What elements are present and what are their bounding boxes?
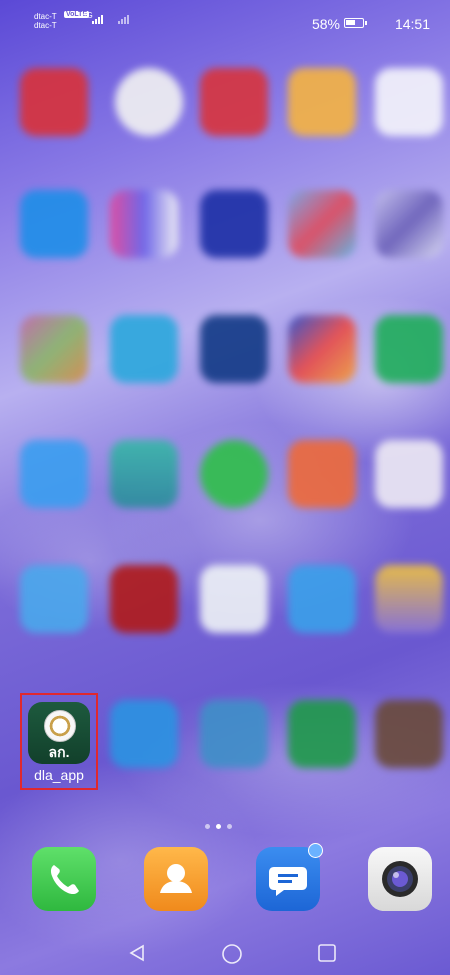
blurred-app-icon[interactable] bbox=[200, 68, 268, 136]
blurred-app-icon[interactable] bbox=[375, 315, 443, 383]
blurred-app-icon[interactable] bbox=[200, 315, 268, 383]
battery-percent: 58% bbox=[311, 16, 340, 32]
blurred-app-icon[interactable] bbox=[288, 315, 356, 383]
home-button[interactable] bbox=[221, 943, 243, 970]
blurred-app-icon[interactable] bbox=[375, 440, 443, 508]
blurred-app-icon[interactable] bbox=[375, 190, 443, 258]
phone-app-icon[interactable] bbox=[32, 847, 96, 911]
blurred-app-icon[interactable] bbox=[110, 315, 178, 383]
dla-app-shortcut[interactable]: ลก. dla_app bbox=[20, 693, 98, 790]
status-bar: dtac-T dtac-T VoLTE 4G 58% 14:51 bbox=[0, 0, 450, 44]
blurred-app-icon[interactable] bbox=[110, 700, 178, 768]
blurred-app-icon[interactable] bbox=[20, 565, 88, 633]
blurred-app-icon[interactable] bbox=[375, 700, 443, 768]
dla-app-label: dla_app bbox=[34, 767, 84, 783]
seal-icon bbox=[44, 710, 76, 742]
blurred-app-icon[interactable] bbox=[115, 68, 183, 136]
page-indicator bbox=[205, 824, 232, 829]
blurred-app-icon[interactable] bbox=[20, 68, 88, 136]
blurred-app-icon[interactable] bbox=[20, 190, 88, 258]
dla-app-icon-text: ลก. bbox=[48, 744, 70, 760]
blurred-app-icon[interactable] bbox=[288, 68, 356, 136]
back-button[interactable] bbox=[127, 943, 147, 968]
blurred-app-icon[interactable] bbox=[110, 190, 178, 258]
blurred-app-icon[interactable] bbox=[288, 565, 356, 633]
carrier-text: dtac-T dtac-T bbox=[34, 12, 57, 30]
blurred-app-icon[interactable] bbox=[200, 440, 268, 508]
blurred-app-icon[interactable] bbox=[20, 315, 88, 383]
signal-icon bbox=[118, 15, 129, 24]
blurred-app-icon[interactable] bbox=[288, 190, 356, 258]
notification-badge bbox=[308, 843, 323, 858]
blurred-app-icon[interactable] bbox=[200, 190, 268, 258]
blurred-app-icon[interactable] bbox=[110, 440, 178, 508]
contacts-app-icon[interactable] bbox=[144, 847, 208, 911]
dla-app-icon[interactable]: ลก. bbox=[28, 702, 90, 764]
battery-icon bbox=[344, 18, 367, 28]
blurred-app-icon[interactable] bbox=[375, 68, 443, 136]
blurred-app-icon[interactable] bbox=[288, 700, 356, 768]
blurred-app-icon[interactable] bbox=[288, 440, 356, 508]
clock: 14:51 bbox=[394, 16, 430, 32]
blurred-app-icon[interactable] bbox=[200, 700, 268, 768]
signal-icon bbox=[92, 15, 103, 24]
blurred-app-icon[interactable] bbox=[375, 565, 443, 633]
recents-button[interactable] bbox=[317, 943, 337, 968]
blurred-app-icon[interactable] bbox=[110, 565, 178, 633]
blurred-app-icon[interactable] bbox=[200, 565, 268, 633]
blurred-app-icon[interactable] bbox=[20, 440, 88, 508]
camera-app-icon[interactable] bbox=[368, 847, 432, 911]
